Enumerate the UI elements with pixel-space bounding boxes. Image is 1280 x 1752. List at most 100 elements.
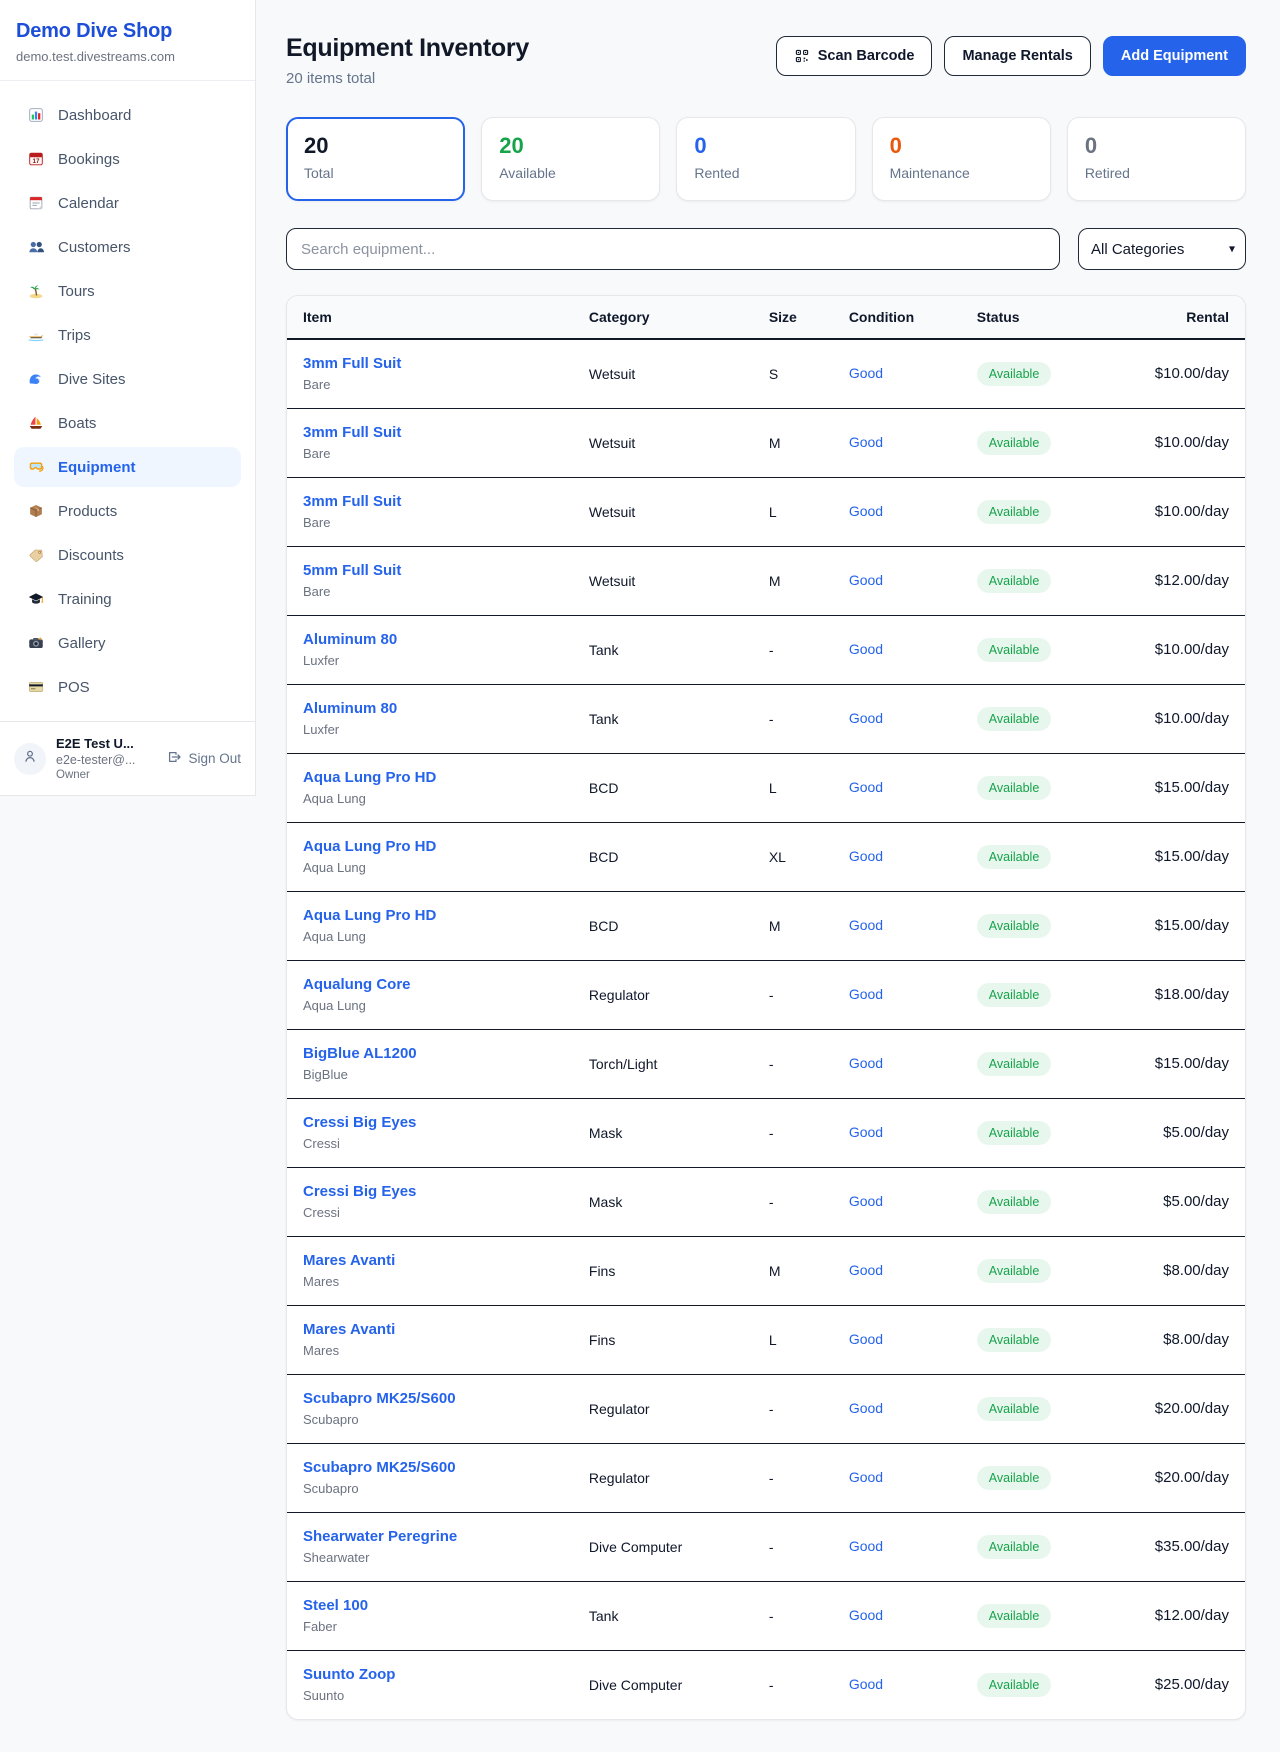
item-brand: Bare <box>303 515 557 530</box>
sidebar-item-tours[interactable]: Tours <box>14 271 241 311</box>
item-condition-link[interactable]: Good <box>849 1193 883 1209</box>
sidebar-item-dashboard[interactable]: Dashboard <box>14 95 241 135</box>
sign-out-button[interactable]: Sign Out <box>166 749 241 768</box>
sidebar-item-trips[interactable]: Trips <box>14 315 241 355</box>
item-name-link[interactable]: 3mm Full Suit <box>303 355 401 372</box>
item-name-link[interactable]: Aluminum 80 <box>303 700 397 717</box>
item-condition-link[interactable]: Good <box>849 1538 883 1554</box>
item-name-link[interactable]: Scubapro MK25/S600 <box>303 1459 456 1476</box>
item-name-link[interactable]: Aluminum 80 <box>303 631 397 648</box>
item-condition-link[interactable]: Good <box>849 710 883 726</box>
item-name-link[interactable]: 5mm Full Suit <box>303 562 401 579</box>
sidebar-item-gallery[interactable]: Gallery <box>14 623 241 663</box>
item-name-link[interactable]: BigBlue AL1200 <box>303 1045 417 1062</box>
scan-barcode-button[interactable]: Scan Barcode <box>776 36 933 76</box>
sidebar-item-calendar[interactable]: Calendar <box>14 183 241 223</box>
table-row: Scubapro MK25/S600 Scubapro Regulator - … <box>287 1443 1245 1512</box>
item-name-link[interactable]: 3mm Full Suit <box>303 493 401 510</box>
sidebar-item-label: POS <box>58 679 90 696</box>
status-badge: Available <box>977 1328 1052 1352</box>
manage-rentals-button[interactable]: Manage Rentals <box>944 36 1090 76</box>
stat-label: Available <box>499 165 642 181</box>
item-condition-link[interactable]: Good <box>849 503 883 519</box>
item-size: - <box>753 960 833 1029</box>
page-title-block: Equipment Inventory 20 items total <box>286 34 529 87</box>
item-condition-link[interactable]: Good <box>849 1400 883 1416</box>
item-condition-link[interactable]: Good <box>849 1262 883 1278</box>
item-name-link[interactable]: Shearwater Peregrine <box>303 1528 457 1545</box>
item-condition-link[interactable]: Good <box>849 917 883 933</box>
item-category: Wetsuit <box>573 477 753 546</box>
sidebar-item-dive-sites[interactable]: Dive Sites <box>14 359 241 399</box>
item-category: Wetsuit <box>573 546 753 615</box>
item-name-link[interactable]: Cressi Big Eyes <box>303 1183 416 1200</box>
sidebar-item-training[interactable]: Training <box>14 579 241 619</box>
item-category: Fins <box>573 1236 753 1305</box>
item-name-link[interactable]: Aqua Lung Pro HD <box>303 838 436 855</box>
status-badge: Available <box>977 431 1052 455</box>
item-name-link[interactable]: Mares Avanti <box>303 1252 395 1269</box>
item-rental-rate: $15.00/day <box>1151 753 1245 822</box>
discounts-icon <box>26 545 46 565</box>
sidebar-item-customers[interactable]: Customers <box>14 227 241 267</box>
item-condition-link[interactable]: Good <box>849 779 883 795</box>
item-rental-rate: $10.00/day <box>1151 615 1245 684</box>
item-category: Regulator <box>573 1374 753 1443</box>
stat-card-total[interactable]: 20Total <box>286 117 465 201</box>
item-brand: Scubapro <box>303 1412 557 1427</box>
item-condition-link[interactable]: Good <box>849 848 883 864</box>
item-brand: Luxfer <box>303 722 557 737</box>
item-name-link[interactable]: Scubapro MK25/S600 <box>303 1390 456 1407</box>
item-condition-link[interactable]: Good <box>849 1331 883 1347</box>
item-condition-link[interactable]: Good <box>849 572 883 588</box>
item-condition-link[interactable]: Good <box>849 986 883 1002</box>
item-name-link[interactable]: Aqua Lung Pro HD <box>303 907 436 924</box>
item-condition-link[interactable]: Good <box>849 641 883 657</box>
stat-card-available[interactable]: 20Available <box>481 117 660 201</box>
item-condition-link[interactable]: Good <box>849 1469 883 1485</box>
dive-sites-icon <box>26 369 46 389</box>
item-category: BCD <box>573 891 753 960</box>
item-size: M <box>753 408 833 477</box>
sidebar-item-label: Dive Sites <box>58 371 126 388</box>
table-row: Steel 100 Faber Tank - Good Available $1… <box>287 1581 1245 1650</box>
sidebar-item-discounts[interactable]: Discounts <box>14 535 241 575</box>
header-actions: Scan Barcode Manage Rentals Add Equipmen… <box>776 36 1246 76</box>
column-header-rental: Rental <box>1151 296 1245 339</box>
sidebar-item-equipment[interactable]: Equipment <box>14 447 241 487</box>
item-size: L <box>753 477 833 546</box>
item-rental-rate: $20.00/day <box>1151 1374 1245 1443</box>
item-rental-rate: $5.00/day <box>1151 1167 1245 1236</box>
item-rental-rate: $8.00/day <box>1151 1236 1245 1305</box>
item-name-link[interactable]: Aqualung Core <box>303 976 411 993</box>
sidebar-item-label: Customers <box>58 239 131 256</box>
item-condition-link[interactable]: Good <box>849 434 883 450</box>
stat-card-maintenance[interactable]: 0Maintenance <box>872 117 1051 201</box>
stat-card-rented[interactable]: 0Rented <box>676 117 855 201</box>
item-brand: Faber <box>303 1619 557 1634</box>
sidebar-item-label: Dashboard <box>58 107 131 124</box>
item-condition-link[interactable]: Good <box>849 1607 883 1623</box>
item-name-link[interactable]: Cressi Big Eyes <box>303 1114 416 1131</box>
sidebar-item-boats[interactable]: Boats <box>14 403 241 443</box>
item-condition-link[interactable]: Good <box>849 1124 883 1140</box>
item-name-link[interactable]: 3mm Full Suit <box>303 424 401 441</box>
sidebar-item-bookings[interactable]: 17Bookings <box>14 139 241 179</box>
search-input[interactable] <box>286 228 1060 270</box>
item-condition-link[interactable]: Good <box>849 365 883 381</box>
manage-rentals-label: Manage Rentals <box>962 48 1072 64</box>
item-rental-rate: $12.00/day <box>1151 1581 1245 1650</box>
item-condition-link[interactable]: Good <box>849 1055 883 1071</box>
equipment-icon <box>26 457 46 477</box>
item-name-link[interactable]: Suunto Zoop <box>303 1666 395 1683</box>
item-condition-link[interactable]: Good <box>849 1676 883 1692</box>
item-name-link[interactable]: Steel 100 <box>303 1597 368 1614</box>
item-name-link[interactable]: Mares Avanti <box>303 1321 395 1338</box>
sidebar-item-products[interactable]: Products <box>14 491 241 531</box>
item-name-link[interactable]: Aqua Lung Pro HD <box>303 769 436 786</box>
sidebar-item-pos[interactable]: POS <box>14 667 241 707</box>
user-section: E2E Test U... e2e-tester@... Owner Sign … <box>0 721 255 795</box>
category-select[interactable]: All Categories <box>1078 228 1246 270</box>
add-equipment-button[interactable]: Add Equipment <box>1103 36 1246 76</box>
stat-card-retired[interactable]: 0Retired <box>1067 117 1246 201</box>
